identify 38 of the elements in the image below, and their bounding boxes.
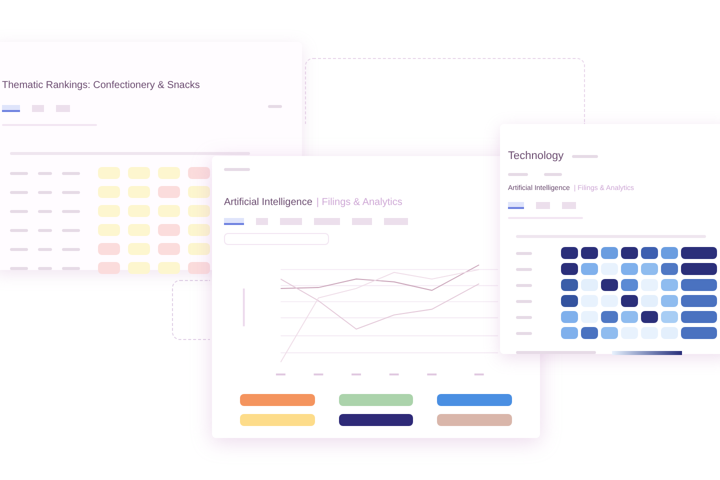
window-subtitle: | Filings & Analytics xyxy=(316,196,402,210)
blurred-text xyxy=(516,300,532,302)
blurred-text xyxy=(62,248,80,250)
blurred-text xyxy=(62,172,80,174)
blurred-text xyxy=(10,248,28,250)
legend-chip[interactable] xyxy=(338,414,414,426)
blurred-text xyxy=(516,252,532,254)
blurred-text xyxy=(62,190,80,194)
blurred-text xyxy=(572,154,598,158)
blurred-text xyxy=(516,268,532,270)
blurred-text xyxy=(38,248,52,250)
window-title: Technology xyxy=(508,149,564,164)
window-title: Artificial Intelligence xyxy=(224,196,312,210)
blurred-text xyxy=(516,284,532,286)
tab[interactable] xyxy=(224,218,244,225)
filter-dropdown[interactable] xyxy=(224,232,329,245)
blurred-text xyxy=(10,190,28,194)
blurred-text xyxy=(516,316,532,318)
window-title: Thematic Rankings: Confectionery & Snacks xyxy=(2,79,201,93)
blurred-text xyxy=(10,228,28,232)
blurred-text xyxy=(516,332,532,334)
blurred-text xyxy=(38,210,52,212)
color-scale xyxy=(612,351,682,355)
tab[interactable] xyxy=(2,105,20,112)
blurred-text xyxy=(224,168,250,171)
blurred-text xyxy=(268,105,282,108)
dashed-outline xyxy=(172,280,210,340)
tab[interactable] xyxy=(508,202,524,209)
blurred-text xyxy=(38,172,52,174)
blurred-text xyxy=(10,210,28,212)
blurred-text xyxy=(62,228,80,232)
blurred-text xyxy=(38,228,52,232)
blurred-text xyxy=(38,190,52,194)
blurred-text xyxy=(62,210,80,212)
blurred-text xyxy=(10,172,28,174)
blurred-text xyxy=(544,172,562,176)
y-axis-label xyxy=(242,288,245,326)
blurred-text xyxy=(508,172,528,176)
